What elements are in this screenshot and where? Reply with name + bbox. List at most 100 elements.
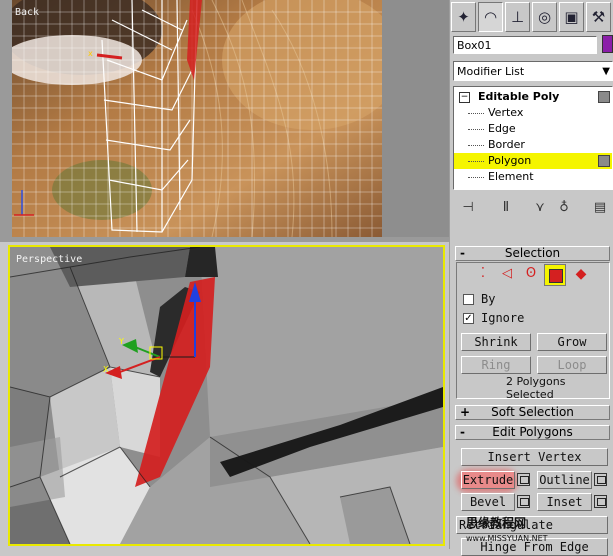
configure-sets-button[interactable]: ▤ bbox=[589, 197, 611, 217]
modify-tab[interactable]: ◠ bbox=[478, 2, 503, 32]
element-mode-button[interactable]: ◆ bbox=[572, 266, 590, 284]
hierarchy-tab[interactable]: ⊥ bbox=[505, 2, 530, 32]
edit-polygons-rollout-header[interactable]: - Edit Polygons bbox=[455, 425, 610, 440]
command-panel-tabs: ✦ ◠ ⊥ ◎ ▣ ⚒ bbox=[451, 2, 611, 32]
tree-line bbox=[468, 161, 484, 162]
stack-item-label: Vertex bbox=[488, 106, 524, 119]
selection-rollout-header[interactable]: - Selection bbox=[455, 246, 610, 261]
polygon-mode-button[interactable] bbox=[544, 264, 566, 286]
stack-item-editable-poly[interactable]: − Editable Poly bbox=[454, 89, 612, 105]
perspective-viewport[interactable]: Y X Perspective bbox=[8, 245, 445, 546]
watermark: 思缘教程网 www.MISSYUAN.NET bbox=[466, 514, 548, 544]
edit-polygons-rollout-title: Edit Polygons bbox=[492, 425, 573, 439]
back-viewport-label[interactable]: Back bbox=[15, 7, 39, 18]
expand-sign: + bbox=[460, 405, 471, 419]
grow-button[interactable]: Grow bbox=[537, 333, 607, 351]
perspective-viewport-label[interactable]: Perspective bbox=[16, 254, 82, 265]
motion-icon: ◎ bbox=[537, 8, 552, 26]
make-unique-button[interactable]: ⋎ bbox=[529, 197, 551, 217]
stack-item-edge[interactable]: Edge bbox=[454, 121, 612, 137]
inset-settings-button[interactable] bbox=[594, 495, 607, 508]
utilities-icon: ⚒ bbox=[591, 8, 606, 26]
create-tab[interactable]: ✦ bbox=[451, 2, 476, 32]
tree-line bbox=[468, 129, 484, 130]
unique-icon: ⋎ bbox=[535, 199, 545, 215]
soft-selection-rollout-title: Soft Selection bbox=[491, 405, 574, 419]
collapse-icon[interactable]: − bbox=[459, 92, 470, 103]
extrude-button[interactable]: Extrude bbox=[461, 471, 515, 489]
configure-icon: ▤ bbox=[593, 199, 607, 215]
perspective-mesh: Y X bbox=[10, 247, 443, 544]
selection-status: 2 Polygons Selected bbox=[506, 375, 566, 401]
edge-mode-button[interactable]: ◁ bbox=[498, 266, 516, 284]
soft-selection-rollout-header[interactable]: + Soft Selection bbox=[455, 405, 610, 420]
utilities-tab[interactable]: ⚒ bbox=[586, 2, 611, 32]
extrude-settings-button[interactable] bbox=[517, 473, 530, 486]
element-icon: ◆ bbox=[575, 266, 587, 282]
ring-button[interactable]: Ring bbox=[461, 356, 531, 374]
selection-rollout-title: Selection bbox=[504, 246, 561, 260]
stack-toggle-icon[interactable] bbox=[598, 155, 610, 167]
motion-tab[interactable]: ◎ bbox=[532, 2, 557, 32]
border-mode-button[interactable]: Ꙩ bbox=[522, 266, 540, 284]
modifier-stack[interactable]: − Editable Poly Vertex Edge Border Polyg… bbox=[453, 86, 613, 190]
by-vertex-label: By bbox=[481, 292, 496, 306]
svg-text:Y: Y bbox=[118, 337, 124, 346]
stack-toggle-icon[interactable] bbox=[598, 91, 610, 103]
by-vertex-checkbox[interactable] bbox=[463, 294, 474, 305]
outline-settings-button[interactable] bbox=[594, 473, 607, 486]
collapse-sign: - bbox=[460, 246, 465, 260]
stack-item-label: Border bbox=[488, 138, 525, 151]
bevel-settings-button[interactable] bbox=[517, 495, 530, 508]
stack-item-element[interactable]: Element bbox=[454, 169, 612, 185]
shrink-button[interactable]: Shrink bbox=[461, 333, 531, 351]
display-tab[interactable]: ▣ bbox=[559, 2, 584, 32]
stack-item-polygon[interactable]: Polygon bbox=[454, 153, 612, 169]
insert-vertex-button[interactable]: Insert Vertex bbox=[461, 448, 608, 466]
remove-modifier-button[interactable]: ♁ bbox=[553, 197, 575, 217]
stack-item-vertex[interactable]: Vertex bbox=[454, 105, 612, 121]
back-viewport-reference-image: x bbox=[12, 0, 382, 237]
collapse-sign: - bbox=[460, 425, 465, 439]
hierarchy-icon: ⊥ bbox=[510, 8, 525, 26]
tree-line bbox=[468, 177, 484, 178]
edge-icon: ◁ bbox=[502, 266, 512, 281]
create-icon: ✦ bbox=[457, 8, 470, 26]
stack-item-border[interactable]: Border bbox=[454, 137, 612, 153]
inset-button[interactable]: Inset bbox=[537, 493, 592, 511]
stack-item-label: Element bbox=[488, 170, 534, 183]
border-icon: Ꙩ bbox=[525, 266, 537, 281]
modifier-list-label: Modifier List bbox=[457, 65, 525, 78]
end-result-icon: Ⅱ bbox=[502, 199, 510, 215]
stack-item-label: Edge bbox=[488, 122, 516, 135]
object-color-swatch[interactable] bbox=[602, 35, 613, 53]
svg-text:X: X bbox=[103, 365, 109, 374]
vertex-icon: ⁚ bbox=[480, 266, 486, 281]
pin-stack-button[interactable]: ⊣ bbox=[457, 197, 479, 217]
back-viewport[interactable]: x Back bbox=[0, 0, 449, 242]
ignore-backfacing-label: Ignore bbox=[481, 311, 525, 325]
stack-root-label: Editable Poly bbox=[478, 90, 560, 103]
object-name-field[interactable]: Box01 bbox=[453, 36, 597, 54]
watermark-url: www.MISSYUAN.NET bbox=[466, 534, 548, 543]
tree-line bbox=[468, 145, 484, 146]
pin-icon: ⊣ bbox=[462, 199, 474, 215]
watermark-text: 思缘教程网 bbox=[466, 516, 527, 530]
outline-button[interactable]: Outline bbox=[537, 471, 592, 489]
show-end-result-button[interactable]: Ⅱ bbox=[495, 197, 517, 217]
modify-icon: ◠ bbox=[483, 8, 498, 26]
bevel-button[interactable]: Bevel bbox=[461, 493, 515, 511]
display-icon: ▣ bbox=[564, 8, 579, 26]
trash-icon: ♁ bbox=[559, 199, 569, 215]
svg-text:x: x bbox=[88, 49, 93, 58]
modifier-list-dropdown[interactable]: Modifier List ▼ bbox=[453, 61, 613, 81]
tree-line bbox=[468, 113, 484, 114]
loop-button[interactable]: Loop bbox=[537, 356, 607, 374]
chevron-down-icon: ▼ bbox=[602, 66, 610, 77]
stack-item-label: Polygon bbox=[488, 154, 532, 167]
ignore-backfacing-checkbox[interactable]: ✓ bbox=[463, 313, 474, 324]
back-viewport-background bbox=[382, 0, 449, 237]
vertex-mode-button[interactable]: ⁚ bbox=[474, 266, 492, 284]
polygon-icon bbox=[549, 269, 563, 283]
stack-toolbar: ⊣ Ⅱ ⋎ ♁ ▤ bbox=[453, 197, 613, 219]
